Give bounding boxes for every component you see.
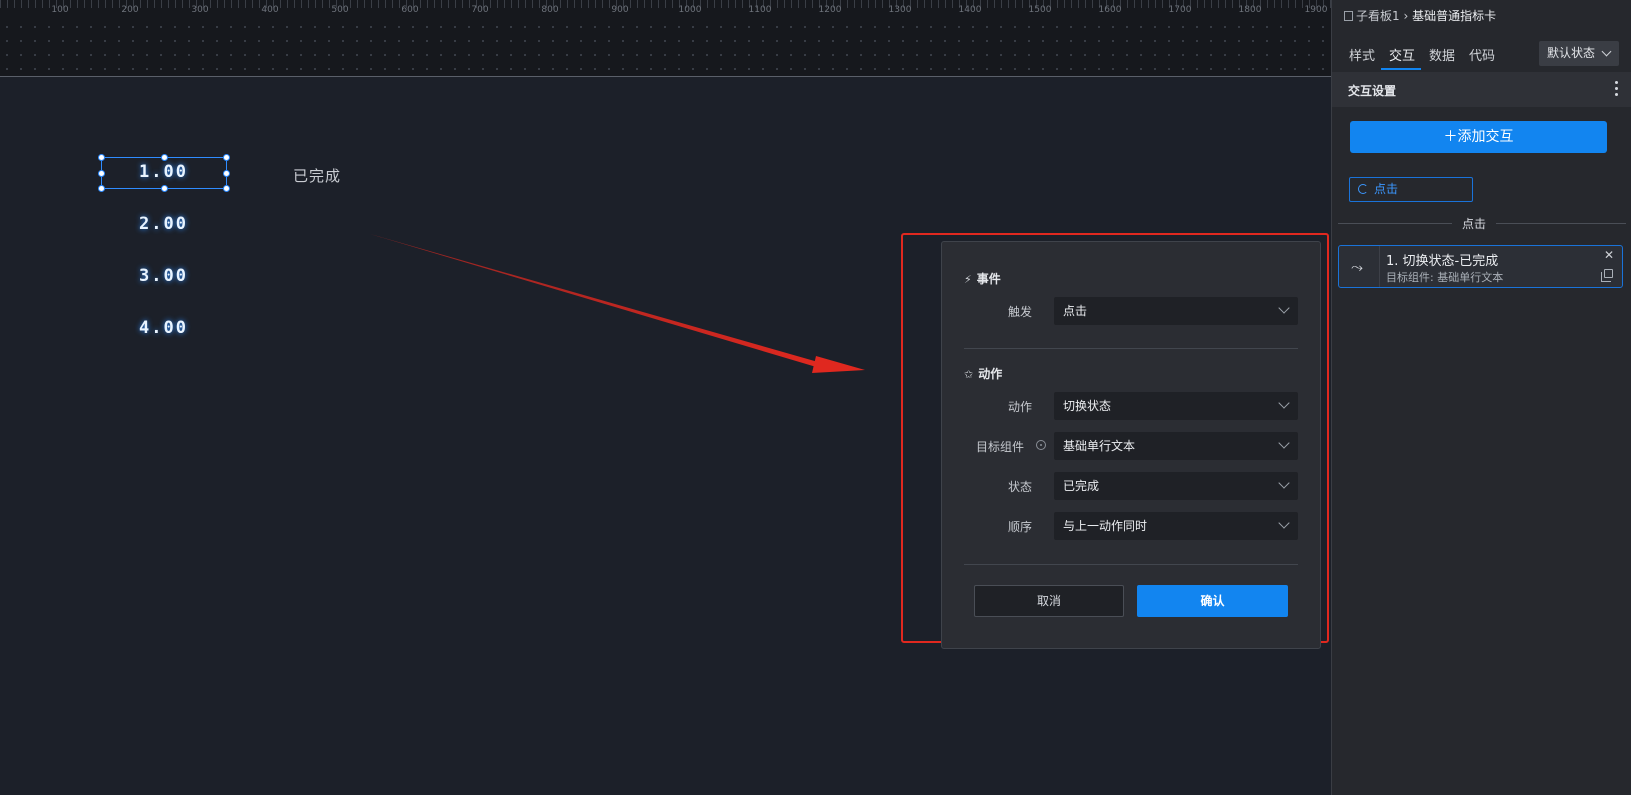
section-title: 交互设置 [1348, 84, 1397, 98]
divider [964, 348, 1298, 349]
state-label: 状态 [1007, 480, 1032, 494]
ruler-label: 1900 [1304, 5, 1328, 15]
ruler-label: 1600 [1098, 5, 1122, 15]
chevron-down-icon [1278, 437, 1290, 449]
resize-handle[interactable] [223, 154, 230, 161]
confirm-button[interactable]: 确认 [1137, 585, 1288, 617]
click-icon [1358, 184, 1368, 194]
resize-handle[interactable] [98, 185, 105, 192]
copy-icon[interactable] [1601, 269, 1613, 282]
metric-value[interactable]: 3.00 [139, 266, 188, 286]
tab-data[interactable]: 数据 [1429, 45, 1455, 64]
canvas-ruler: 100 200 300 400 500 600 700 800 900 1000… [0, 0, 1331, 77]
resize-handle[interactable] [161, 154, 168, 161]
resize-handle[interactable] [98, 170, 105, 177]
properties-panel: 子看板1 › 基础普通指标卡 样式 交互 数据 代码 默认状态 交互设置 ＋添加… [1331, 0, 1631, 795]
cancel-button[interactable]: 取消 [974, 585, 1124, 617]
trigger-label: 触发 [1007, 305, 1032, 319]
order-label: 顺序 [1007, 520, 1032, 534]
star-icon: ✩ [964, 368, 974, 381]
ruler-label: 800 [541, 5, 559, 15]
metric-value[interactable]: 4.00 [139, 318, 188, 338]
breadcrumb-separator: › [1403, 9, 1409, 23]
target-pick-icon[interactable] [1036, 440, 1046, 450]
ruler-label: 200 [121, 5, 139, 15]
action-item-title: 1. 切换状态-已完成 [1386, 254, 1499, 269]
metric-value[interactable]: 1.00 [139, 162, 188, 182]
action-item-subtitle: 目标组件: 基础单行文本 [1386, 271, 1504, 284]
annotation-arrow [370, 234, 865, 373]
canvas-grid [0, 20, 1331, 76]
ruler-label: 1800 [1238, 5, 1262, 15]
chevron-down-icon [1278, 477, 1290, 489]
switch-state-icon: ⤳ [1351, 258, 1364, 276]
more-options-icon[interactable] [1615, 81, 1618, 99]
ruler-label: 900 [611, 5, 629, 15]
add-interaction-button[interactable]: ＋添加交互 [1350, 121, 1607, 153]
active-tab-indicator [1381, 68, 1421, 70]
breadcrumb-parent[interactable]: 子看板1 [1356, 9, 1400, 23]
ruler-label: 600 [401, 5, 419, 15]
board-icon [1344, 11, 1353, 21]
action-label: 动作 [1007, 400, 1032, 414]
breadcrumb-current: 基础普通指标卡 [1412, 9, 1497, 23]
action-item[interactable]: ⤳ 1. 切换状态-已完成 目标组件: 基础单行文本 ✕ [1338, 245, 1623, 288]
action-section-title: ✩ 动作 [964, 367, 1003, 381]
ruler-label: 400 [261, 5, 279, 15]
single-line-text[interactable]: 已完成 [293, 165, 341, 186]
ruler-label: 1200 [818, 5, 842, 15]
lightning-icon: ⚡ [964, 273, 972, 286]
resize-handle[interactable] [161, 185, 168, 192]
chevron-down-icon [1278, 517, 1290, 529]
ruler-label: 500 [331, 5, 349, 15]
chevron-down-icon [1278, 397, 1290, 409]
trigger-tag[interactable]: 点击 [1349, 177, 1473, 202]
target-component-label: 目标组件 [975, 440, 1024, 454]
chevron-down-icon [1601, 46, 1612, 57]
ruler-label: 1500 [1028, 5, 1052, 15]
ruler-label: 1700 [1168, 5, 1192, 15]
action-type-cell: ⤳ [1339, 246, 1380, 287]
resize-handle[interactable] [98, 154, 105, 161]
ruler-label: 700 [471, 5, 489, 15]
plus-icon: ＋ [1443, 129, 1458, 145]
ruler-label: 300 [191, 5, 209, 15]
resize-handle[interactable] [223, 185, 230, 192]
state-select[interactable]: 已完成 [1054, 472, 1298, 500]
resize-handle[interactable] [223, 170, 230, 177]
interaction-dialog: ⚡ 事件 触发 点击 ✩ 动作 动作 切换状态 目标组件 基础单行文本 状态 已完成… [941, 241, 1321, 649]
group-label: 点击 [1452, 215, 1497, 232]
interaction-settings-header: 交互设置 [1332, 72, 1631, 107]
ruler-label: 1400 [958, 5, 982, 15]
tab-code[interactable]: 代码 [1469, 45, 1495, 64]
ruler-label: 1100 [748, 5, 772, 15]
close-icon[interactable]: ✕ [1604, 248, 1614, 262]
trigger-select[interactable]: 点击 [1054, 297, 1298, 325]
breadcrumb: 子看板1 › 基础普通指标卡 [1344, 7, 1496, 24]
component-state-select[interactable]: 默认状态 [1539, 41, 1619, 66]
event-section-title: ⚡ 事件 [964, 272, 1001, 286]
tab-style[interactable]: 样式 [1349, 45, 1375, 64]
tab-interaction[interactable]: 交互 [1389, 45, 1415, 64]
target-component-select[interactable]: 基础单行文本 [1054, 432, 1298, 460]
order-select[interactable]: 与上一动作同时 [1054, 512, 1298, 540]
divider [964, 564, 1298, 565]
ruler-label: 1000 [678, 5, 702, 15]
action-select[interactable]: 切换状态 [1054, 392, 1298, 420]
ruler-label: 1300 [888, 5, 912, 15]
chevron-down-icon [1278, 302, 1290, 314]
metric-value[interactable]: 2.00 [139, 214, 188, 234]
ruler-label: 100 [51, 5, 69, 15]
